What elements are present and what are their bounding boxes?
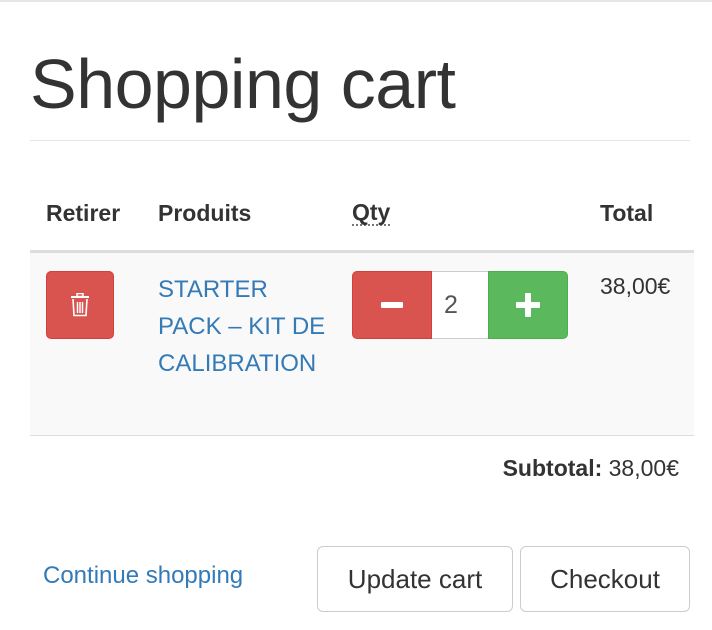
header-total: Total [600,200,654,226]
top-border [0,0,712,2]
line-total: 38,00€ [600,273,671,299]
continue-shopping-link[interactable]: Continue shopping [43,562,243,590]
header-product: Produits [158,200,252,226]
plus-icon [516,293,540,317]
subtotal-value: 38,00€ [608,455,679,481]
product-link[interactable]: STARTER PACK – KIT DE CALIBRATION [158,271,338,382]
update-cart-button[interactable]: Update cart [317,546,513,612]
subtotal: Subtotal: 38,00€ [503,455,679,482]
table-row-divider [30,435,694,436]
remove-item-button[interactable] [46,271,114,339]
subtotal-label: Subtotal: [502,455,603,481]
quantity-stepper [352,271,568,339]
trash-icon [71,293,89,317]
header-remove: Retirer [46,200,121,226]
checkout-button[interactable]: Checkout [520,546,690,612]
minus-icon [381,302,403,308]
decrease-qty-button[interactable] [352,271,432,339]
page-title: Shopping cart [30,45,456,123]
title-divider [30,140,690,141]
quantity-input[interactable] [432,271,488,339]
header-qty: Qty [352,199,391,226]
increase-qty-button[interactable] [488,271,568,339]
